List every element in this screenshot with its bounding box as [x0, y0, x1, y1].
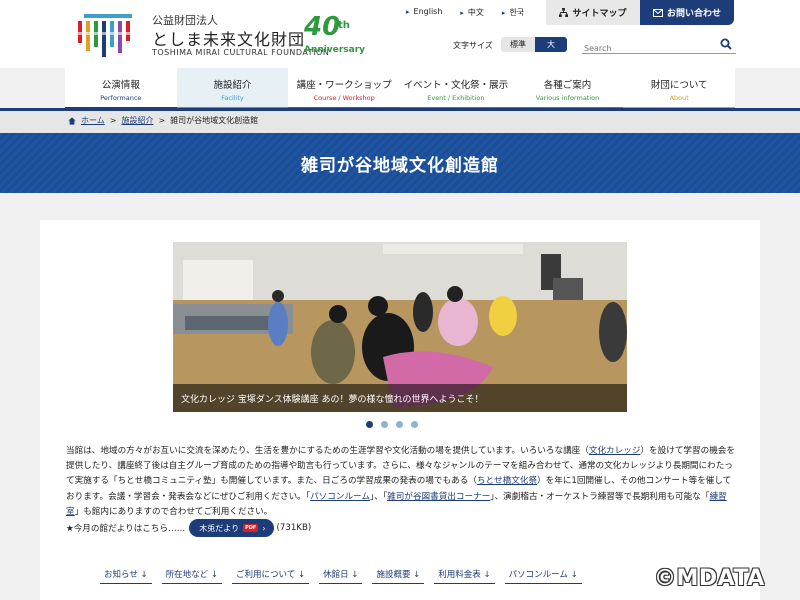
sitemap-label: サイトマップ: [572, 9, 627, 19]
description-text: 」、「: [369, 491, 388, 502]
newsletter-line: ★今月の館だよりはこちら…… 木兎だより PDF › (731KB): [66, 519, 311, 537]
search-icon[interactable]: [720, 38, 732, 50]
nav-sublabel: Event / Exhibition: [427, 94, 485, 102]
breadcrumb-home-link[interactable]: ホーム: [81, 115, 105, 126]
facility-description: 当館は、地域の方々がお互いに交流を深めたり、生活を豊かにするための生涯学習や文化…: [66, 444, 738, 520]
watermark-copyright: ©MDATA: [654, 566, 765, 591]
search-input[interactable]: [582, 40, 712, 57]
anchor-news[interactable]: お知らせ: [100, 568, 152, 584]
description-text: 」、演劇稽古・オーケストラ練習等で長期利用も可能な「: [490, 491, 710, 502]
nav-item-facility[interactable]: 施設紹介 Facility: [176, 68, 289, 110]
description-text: 当館は、地域の方々がお互いに交流を深めたり、生活を豊かにするための生涯学習や文化…: [66, 446, 589, 456]
nav-label: 各種ご案内: [543, 80, 592, 91]
page-anchor-links: お知らせ 所在地など ご利用について 休館日 施設概要 利用料金表 パソコンルー…: [100, 568, 582, 584]
anchor-usage[interactable]: ご利用について: [232, 568, 310, 584]
slide-caption: 文化カレッジ 宝塚ダンス体験講座 あの！夢の様な憧れの世界へようこそ！: [173, 384, 627, 412]
lang-korean-link[interactable]: 한국: [502, 7, 524, 18]
breadcrumb-current: 雑司が谷地域文化創造館: [170, 116, 259, 125]
pc-room-link[interactable]: パソコンルーム: [310, 492, 370, 502]
font-size-large-button[interactable]: 大: [535, 37, 567, 52]
description-text: 」も館内にありますので合わせてご利用ください。: [74, 506, 273, 517]
nav-sublabel: About: [669, 94, 689, 102]
breadcrumb-facility-link[interactable]: 施設紹介: [121, 115, 153, 126]
newsletter-filesize: (731KB): [276, 523, 312, 533]
culture-college-link[interactable]: 文化カレッジ: [589, 446, 641, 456]
page-title: 雑司が谷地域文化創造館: [301, 156, 499, 176]
nav-item-performance[interactable]: 公演情報 Performance: [65, 68, 177, 110]
nav-sublabel: Course / Workshop: [313, 94, 375, 102]
chitosebashi-festival-link[interactable]: ちとせ橋文化祭: [477, 476, 537, 486]
chevron-right-icon: ›: [262, 523, 266, 533]
breadcrumb-separator: >: [109, 116, 117, 125]
anniversary-suffix: th: [338, 20, 350, 31]
anniversary-number: 40: [304, 12, 341, 42]
nav-label: 公演情報: [101, 80, 140, 91]
language-switcher: English 中文 한국: [406, 7, 525, 18]
hero-slide[interactable]: 文化カレッジ 宝塚ダンス体験講座 あの！夢の様な憧れの世界へようこそ！: [173, 242, 627, 412]
search-box: [582, 36, 736, 57]
anchor-closed-days[interactable]: 休館日: [319, 568, 363, 584]
lang-english-link[interactable]: English: [406, 7, 443, 18]
nav-sublabel: Various information: [535, 94, 600, 102]
contact-label: お問い合わせ: [666, 9, 721, 19]
site-header: 公益財団法人 としま未来文化財団 TOSHIMA MIRAI CULTURAL …: [0, 0, 800, 68]
global-nav: 公演情報 Performance 施設紹介 Facility 講座・ワークショッ…: [65, 68, 736, 110]
nav-sublabel: Performance: [100, 94, 142, 102]
mail-icon: [652, 8, 663, 17]
contact-button[interactable]: お問い合わせ: [640, 0, 734, 25]
nav-label: 施設紹介: [213, 80, 252, 91]
home-icon: [68, 116, 76, 125]
site-logo[interactable]: 公益財団法人 としま未来文化財団 TOSHIMA MIRAI CULTURAL …: [74, 10, 366, 60]
page-title-banner: 雑司が谷地域文化創造館: [0, 133, 800, 193]
nav-label: イベント・文化祭・展示: [403, 80, 509, 91]
anniversary-label: Anniversary: [304, 45, 366, 55]
newsletter-button-label: 木兎だより: [199, 523, 240, 533]
nav-item-course[interactable]: 講座・ワークショップ Course / Workshop: [288, 68, 401, 110]
slider-dot[interactable]: [381, 421, 388, 428]
lang-chinese-link[interactable]: 中文: [460, 7, 484, 18]
nav-label: 財団について: [650, 80, 708, 91]
breadcrumb: ホーム > 施設紹介 > 雑司が谷地域文化創造館: [68, 115, 258, 126]
nav-item-information[interactable]: 各種ご案内 Various information: [511, 68, 624, 110]
slider-dot[interactable]: [411, 421, 418, 428]
org-name: としま未来文化財団: [152, 30, 306, 49]
library-corner-link[interactable]: 雑司が谷図書貸出コーナー: [387, 492, 490, 502]
anchor-fee-table[interactable]: 利用料金表: [434, 568, 495, 584]
newsletter-prefix: ★今月の館だよりはこちら……: [66, 524, 186, 534]
nav-sublabel: Facility: [221, 94, 244, 102]
breadcrumb-bar: ホーム > 施設紹介 > 雑司が谷地域文化創造館: [0, 111, 800, 133]
main-content: 文化カレッジ 宝塚ダンス体験講座 あの！夢の様な憧れの世界へようこそ！ 当館は、…: [40, 220, 760, 600]
newsletter-pdf-button[interactable]: 木兎だより PDF ›: [189, 519, 274, 537]
nav-item-event[interactable]: イベント・文化祭・展示 Event / Exhibition: [400, 68, 512, 110]
sitemap-icon: [559, 8, 569, 17]
foundation-logo-mark: [74, 14, 140, 57]
nav-label: 講座・ワークショップ: [296, 80, 392, 91]
slider-dot[interactable]: [366, 421, 373, 428]
font-size-label: 文字サイズ: [453, 41, 493, 50]
anchor-location[interactable]: 所在地など: [161, 568, 223, 584]
pdf-badge: PDF: [243, 524, 259, 532]
slider-dot[interactable]: [396, 421, 403, 428]
org-name-en: TOSHIMA MIRAI CULTURAL FOUNDATION: [152, 48, 330, 57]
font-size-standard-button[interactable]: 標準: [501, 37, 535, 52]
anniversary-logo: 40 th Anniversary: [304, 12, 366, 58]
nav-item-about[interactable]: 財団について About: [623, 68, 736, 110]
anchor-pc-room[interactable]: パソコンルーム: [504, 568, 582, 584]
slider-pagination: [366, 421, 418, 428]
breadcrumb-separator: >: [158, 116, 166, 125]
anchor-facility-overview[interactable]: 施設概要: [372, 568, 425, 584]
sitemap-button[interactable]: サイトマップ: [546, 0, 640, 25]
